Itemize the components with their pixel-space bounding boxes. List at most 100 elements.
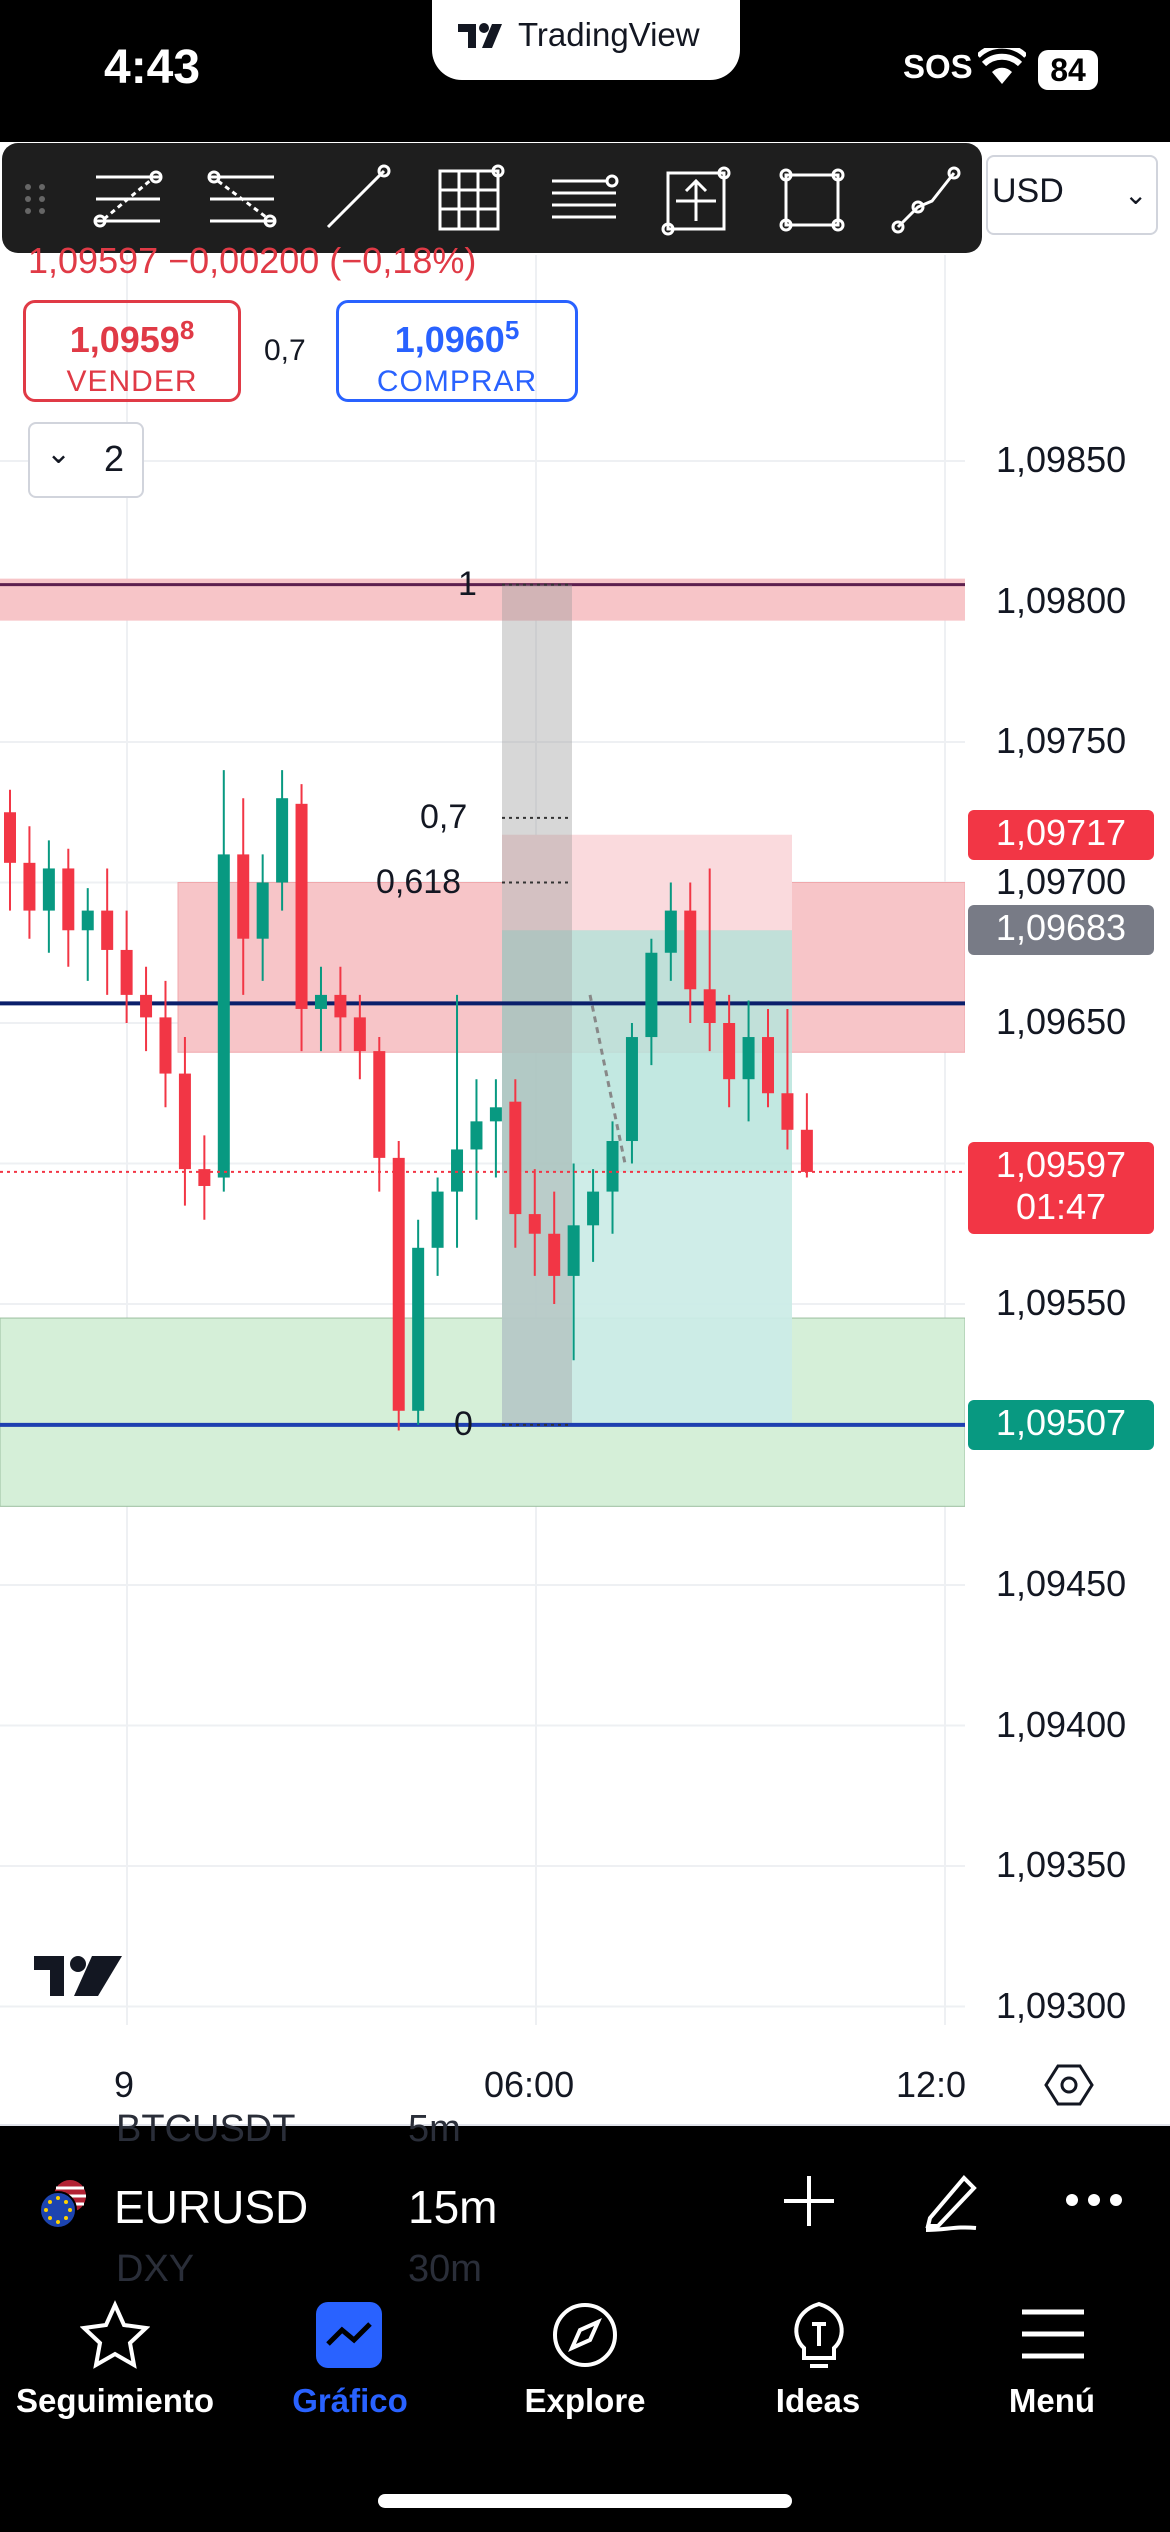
candle xyxy=(431,1191,444,1248)
x-tick-label: 12:0 xyxy=(896,2064,967,2105)
candle xyxy=(120,949,133,995)
parallel-channel-icon[interactable] xyxy=(546,161,622,237)
fib-level-label: 1 xyxy=(458,564,477,603)
tradingview-logo-icon xyxy=(458,23,502,48)
candle xyxy=(489,1107,502,1122)
candle xyxy=(256,882,269,939)
candle xyxy=(276,798,289,883)
candle xyxy=(723,1023,736,1080)
candle xyxy=(587,1191,600,1226)
y-tick-label: 1,09350 xyxy=(996,1844,1127,1885)
candle xyxy=(781,1093,794,1130)
candle xyxy=(703,989,716,1023)
drawing-toolbar xyxy=(2,143,982,253)
candle xyxy=(140,994,153,1018)
tab-ideas[interactable]: Ideas xyxy=(698,2382,938,2420)
candle xyxy=(762,1037,775,1094)
candle xyxy=(645,952,658,1038)
tab-explore[interactable]: Explore xyxy=(465,2382,705,2420)
home-indicator xyxy=(378,2494,792,2508)
y-tick-label: 1,09300 xyxy=(996,1984,1127,2026)
sos-indicator: SOS xyxy=(903,48,973,85)
sell-label: VENDER xyxy=(66,365,198,398)
chevron-down-icon: ⌄ xyxy=(1124,179,1148,210)
symbol-name[interactable]: EURUSD xyxy=(114,2180,308,2234)
price-tag: 1,09717 xyxy=(968,809,1154,860)
y-tick-label: 1,09700 xyxy=(996,860,1127,902)
candle xyxy=(606,1141,619,1192)
y-tick-label: 1,09550 xyxy=(996,1282,1127,1323)
fib-extension-icon[interactable] xyxy=(204,161,280,237)
y-tick-label: 1,09750 xyxy=(996,720,1127,761)
ghost-symbol: BTCUSDT xyxy=(116,2108,296,2150)
sell-price: 1,09598 xyxy=(69,315,195,360)
spread-value: 0,7 xyxy=(264,334,306,367)
chart-icon[interactable] xyxy=(316,2302,382,2368)
wifi-icon xyxy=(978,48,1026,84)
candle xyxy=(353,1017,366,1052)
ghost-interval: 5m xyxy=(408,2108,461,2150)
gann-grid-icon[interactable] xyxy=(432,161,508,237)
tab-grafico[interactable]: Gráfico xyxy=(230,2382,470,2420)
buy-price: 1,09605 xyxy=(394,315,520,360)
price-tag: 1,09507 xyxy=(968,1399,1154,1450)
candle xyxy=(334,994,347,1018)
candle xyxy=(664,910,677,953)
candle xyxy=(470,1121,483,1150)
candle xyxy=(101,910,114,950)
buy-label: COMPRAR xyxy=(376,365,538,398)
y-tick-label: 1,09400 xyxy=(996,1703,1127,1745)
rectangle-icon[interactable] xyxy=(774,161,850,237)
tab-menu[interactable]: Menú xyxy=(932,2382,1170,2420)
fib-retracement-icon[interactable] xyxy=(90,161,166,237)
candle xyxy=(800,1129,813,1172)
candle xyxy=(217,854,230,1178)
date-price-range-icon[interactable] xyxy=(660,161,736,237)
plus-icon[interactable] xyxy=(780,2172,838,2230)
brand-name: TradingView xyxy=(518,16,700,53)
candle xyxy=(23,862,36,911)
path-icon[interactable] xyxy=(888,161,964,237)
star-icon[interactable] xyxy=(80,2300,150,2370)
menu-icon[interactable] xyxy=(1018,2306,1088,2362)
candle xyxy=(62,868,75,931)
candle xyxy=(4,812,16,863)
currency-label: USD xyxy=(992,172,1064,210)
x-tick-label: 9 xyxy=(114,2064,135,2105)
tradingview-watermark-icon xyxy=(34,1956,122,1996)
trend-line-icon[interactable] xyxy=(318,161,394,237)
candle xyxy=(625,1037,638,1142)
pencil-icon[interactable] xyxy=(918,2168,984,2234)
candle xyxy=(373,1051,386,1158)
candle xyxy=(528,1214,541,1234)
buy-button[interactable]: 1,09605 COMPRAR xyxy=(336,300,578,402)
chart-settings-icon[interactable] xyxy=(1044,2060,1094,2110)
candle xyxy=(412,1247,425,1411)
price-tag: 1,09683 xyxy=(968,905,1154,956)
tab-seguimiento[interactable]: Seguimiento xyxy=(0,2382,235,2420)
chevron-down-icon: ⌄ xyxy=(46,437,72,470)
candle xyxy=(451,1149,464,1192)
more-icon[interactable] xyxy=(1064,2190,1124,2210)
price-chart[interactable] xyxy=(0,255,965,2025)
candle xyxy=(237,854,250,939)
sell-button[interactable]: 1,09598 VENDER xyxy=(23,300,241,402)
candle xyxy=(742,1037,755,1080)
fib-level-label: 0,7 xyxy=(420,797,468,836)
y-tick-label: 1,09850 xyxy=(996,439,1127,480)
y-tick-label: 1,09650 xyxy=(996,1001,1127,1042)
y-tick-label: 1,09800 xyxy=(996,579,1127,621)
y-tick-label: 1,09450 xyxy=(996,1563,1127,1604)
interval-selector[interactable]: 15m xyxy=(408,2180,497,2234)
demand-zone xyxy=(0,1317,965,1507)
drag-handle-icon[interactable] xyxy=(16,161,56,237)
candle xyxy=(42,868,55,911)
lightbulb-icon[interactable] xyxy=(784,2298,854,2372)
price-change-text: 1,09597 −0,00200 (−0,18%) xyxy=(28,240,477,281)
indicator-count: 2 xyxy=(104,438,125,479)
eur-usd-flag-icon xyxy=(39,2180,86,2229)
candle xyxy=(567,1225,580,1276)
compass-icon[interactable] xyxy=(550,2300,620,2370)
candle xyxy=(81,910,94,931)
fib-level-label: 0 xyxy=(454,1404,473,1443)
